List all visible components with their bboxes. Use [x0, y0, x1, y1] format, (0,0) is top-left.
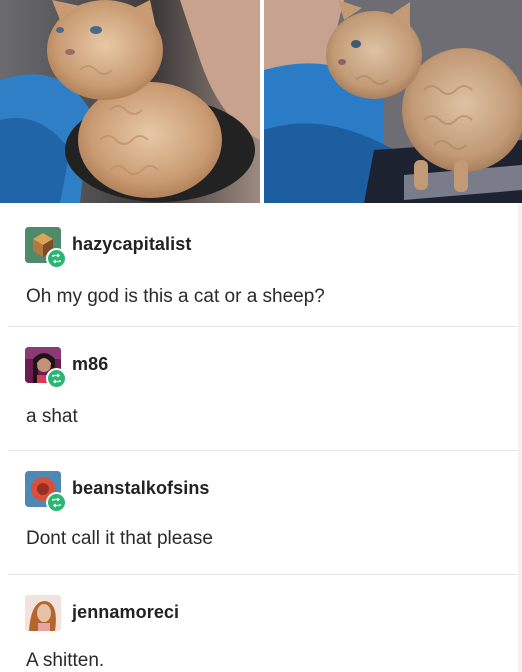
reply-text: a shat	[26, 406, 78, 427]
thread-entry: beanstalkofsins Dont call it that please	[0, 451, 522, 575]
reblog-icon	[46, 248, 67, 269]
reply-text: Dont call it that please	[26, 528, 213, 549]
photo-set	[0, 0, 522, 203]
username[interactable]: hazycapitalist	[72, 234, 191, 255]
reply-text: A shitten.	[26, 650, 105, 671]
username[interactable]: jennamoreci	[72, 602, 179, 623]
thread-entry: m86 a shat	[0, 327, 522, 451]
thread-entry: jennamoreci A shitten.	[0, 575, 522, 672]
portrait-avatar-icon	[25, 595, 61, 631]
tumblr-post: hazycapitalist Oh my god is this a cat o…	[0, 0, 522, 672]
username[interactable]: beanstalkofsins	[72, 478, 210, 499]
reblog-icon	[46, 368, 67, 389]
kitten-photo-left[interactable]	[0, 0, 260, 203]
avatar[interactable]	[25, 471, 67, 513]
reblog-icon	[46, 492, 67, 513]
avatar[interactable]	[25, 227, 67, 269]
reply-text: Oh my god is this a cat or a sheep?	[26, 286, 325, 307]
card-edge	[518, 203, 522, 672]
thread-entry: hazycapitalist Oh my god is this a cat o…	[0, 203, 522, 327]
avatar[interactable]	[25, 347, 67, 389]
reblog-thread: hazycapitalist Oh my god is this a cat o…	[0, 203, 522, 672]
username[interactable]: m86	[72, 354, 108, 375]
avatar[interactable]	[25, 595, 61, 631]
kitten-photo-right[interactable]	[264, 0, 522, 203]
